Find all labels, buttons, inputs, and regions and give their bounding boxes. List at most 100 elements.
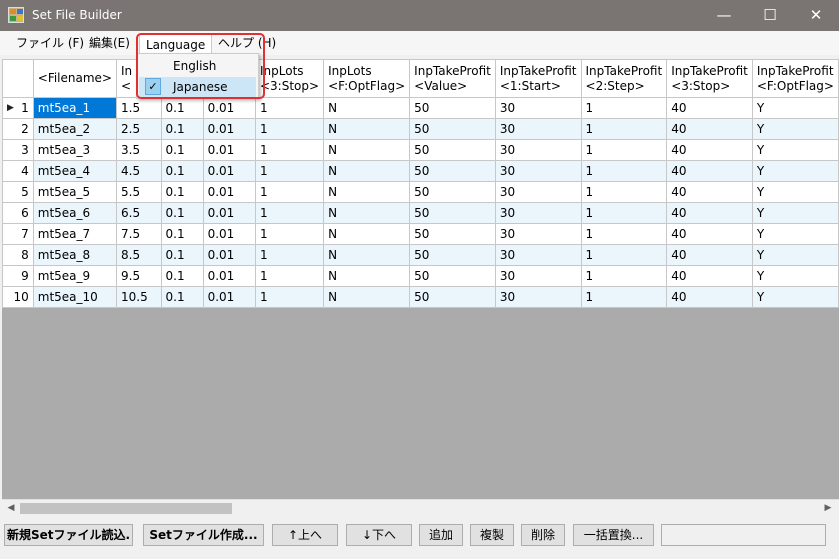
grid-app-icon[interactable] [8, 7, 24, 23]
table-cell[interactable]: 30 [494, 265, 582, 287]
table-cell[interactable]: 0.01 [202, 265, 256, 287]
table-cell[interactable]: N [323, 286, 411, 308]
table-row[interactable]: 3 mt5ea_3 3.5 0.1 0.01 1 N 50 30 1 40 Y [2, 139, 839, 161]
table-row[interactable]: 6 mt5ea_6 6.5 0.1 0.01 1 N 50 30 1 40 Y [2, 202, 839, 224]
table-row[interactable]: 5 mt5ea_5 5.5 0.1 0.01 1 N 50 30 1 40 Y [2, 181, 839, 203]
table-cell[interactable]: 2.5 [116, 118, 162, 140]
table-cell[interactable]: 50 [409, 139, 496, 161]
table-cell[interactable]: 0.01 [202, 286, 256, 308]
row-header[interactable]: ▶ 1 [2, 97, 34, 119]
move-down-button[interactable]: ↓下へ [346, 524, 412, 546]
table-cell[interactable]: 1 [580, 244, 668, 266]
table-cell[interactable]: 1 [580, 160, 668, 182]
table-cell[interactable]: 40 [666, 244, 753, 266]
table-cell[interactable]: 10.5 [116, 286, 162, 308]
table-cell[interactable]: 30 [494, 160, 582, 182]
column-header[interactable]: InpTakeProfit <Value> [409, 59, 496, 98]
load-new-set-button[interactable]: 新規Setファイル読込. [4, 524, 133, 546]
table-cell[interactable]: 8.5 [116, 244, 162, 266]
table-cell[interactable]: 0.01 [202, 160, 256, 182]
table-cell[interactable]: Y [751, 97, 839, 119]
table-cell[interactable]: 0.01 [202, 202, 256, 224]
data-grid[interactable]: <Filename>In<LotsStep>InpLots<3:Stop>Inp… [2, 59, 839, 499]
table-cell[interactable]: 50 [409, 118, 496, 140]
row-header[interactable]: 7 [2, 223, 34, 245]
table-cell[interactable]: N [323, 265, 411, 287]
table-cell[interactable]: 40 [666, 223, 753, 245]
row-header[interactable]: 5 [2, 181, 34, 203]
table-cell[interactable]: 0.1 [160, 97, 204, 119]
language-option-japanese[interactable]: ✓ Japanese [139, 77, 256, 97]
table-cell[interactable]: 0.01 [202, 139, 256, 161]
table-row[interactable]: 8 mt5ea_8 8.5 0.1 0.01 1 N 50 30 1 40 Y [2, 244, 839, 266]
table-row[interactable]: 7 mt5ea_7 7.5 0.1 0.01 1 N 50 30 1 40 Y [2, 223, 839, 245]
table-cell[interactable]: 1 [254, 286, 325, 308]
table-cell[interactable]: 40 [666, 160, 753, 182]
table-row[interactable]: ▶ 1 mt5ea_1 1.5 0.1 0.01 1 N 50 30 1 40 Y [2, 97, 839, 119]
table-cell[interactable]: 1 [254, 223, 325, 245]
filename-cell[interactable]: mt5ea_7 [32, 223, 118, 245]
table-cell[interactable]: 40 [666, 286, 753, 308]
menu-edit[interactable]: 編集(E) [89, 35, 130, 51]
duplicate-button[interactable]: 複製 [470, 524, 514, 546]
table-cell[interactable]: 30 [494, 139, 582, 161]
table-cell[interactable]: Y [751, 265, 839, 287]
table-cell[interactable]: 1 [254, 160, 325, 182]
table-cell[interactable]: 1 [254, 181, 325, 203]
filename-cell[interactable]: mt5ea_10 [32, 286, 118, 308]
table-cell[interactable]: Y [751, 160, 839, 182]
table-cell[interactable]: 7.5 [116, 223, 162, 245]
table-cell[interactable]: 50 [409, 181, 496, 203]
table-row[interactable]: 10 mt5ea_10 10.5 0.1 0.01 1 N 50 30 1 40 Y [2, 286, 839, 308]
table-cell[interactable]: 1 [580, 97, 668, 119]
table-cell[interactable]: Y [751, 286, 839, 308]
filename-cell[interactable]: mt5ea_8 [32, 244, 118, 266]
table-cell[interactable]: 50 [409, 97, 496, 119]
table-cell[interactable]: Y [751, 223, 839, 245]
table-cell[interactable]: 1 [580, 139, 668, 161]
table-cell[interactable]: 5.5 [116, 181, 162, 203]
row-header[interactable]: 6 [2, 202, 34, 224]
column-header[interactable]: InpLots <3:Stop> [254, 59, 325, 98]
table-cell[interactable]: 1.5 [116, 97, 162, 119]
row-header[interactable]: 4 [2, 160, 34, 182]
table-cell[interactable]: Y [751, 202, 839, 224]
table-cell[interactable]: 40 [666, 265, 753, 287]
table-cell[interactable]: 1 [254, 265, 325, 287]
table-cell[interactable]: 1 [580, 265, 668, 287]
maximize-button[interactable]: ☐ [747, 0, 793, 31]
table-cell[interactable]: 30 [494, 118, 582, 140]
table-cell[interactable]: 0.1 [160, 244, 204, 266]
table-cell[interactable]: 1 [580, 286, 668, 308]
minimize-button[interactable]: — [701, 0, 747, 31]
filename-cell[interactable]: mt5ea_5 [32, 181, 118, 203]
table-cell[interactable]: N [323, 244, 411, 266]
table-cell[interactable]: N [323, 139, 411, 161]
close-button[interactable]: ✕ [793, 0, 839, 31]
scroll-right-icon[interactable]: ▶ [820, 501, 836, 516]
table-cell[interactable]: 1 [254, 97, 325, 119]
delete-button[interactable]: 削除 [521, 524, 565, 546]
table-cell[interactable]: 0.1 [160, 160, 204, 182]
language-option-english[interactable]: English [139, 56, 256, 76]
table-cell[interactable]: 1 [254, 202, 325, 224]
table-cell[interactable]: N [323, 223, 411, 245]
table-cell[interactable]: N [323, 181, 411, 203]
table-cell[interactable]: N [323, 160, 411, 182]
table-row[interactable]: 4 mt5ea_4 4.5 0.1 0.01 1 N 50 30 1 40 Y [2, 160, 839, 182]
table-cell[interactable]: 6.5 [116, 202, 162, 224]
table-cell[interactable]: 40 [666, 97, 753, 119]
column-header[interactable]: InpTakeProfit <3:Stop> [666, 59, 753, 98]
table-cell[interactable]: 1 [580, 118, 668, 140]
row-header[interactable]: 8 [2, 244, 34, 266]
filename-cell[interactable]: mt5ea_3 [32, 139, 118, 161]
table-cell[interactable]: Y [751, 118, 839, 140]
table-cell[interactable]: 50 [409, 223, 496, 245]
table-cell[interactable]: 0.01 [202, 244, 256, 266]
table-cell[interactable]: Y [751, 181, 839, 203]
table-cell[interactable]: 0.01 [202, 181, 256, 203]
table-cell[interactable]: 0.1 [160, 139, 204, 161]
table-cell[interactable]: 0.01 [202, 223, 256, 245]
table-cell[interactable]: 1 [580, 202, 668, 224]
table-cell[interactable]: 40 [666, 181, 753, 203]
